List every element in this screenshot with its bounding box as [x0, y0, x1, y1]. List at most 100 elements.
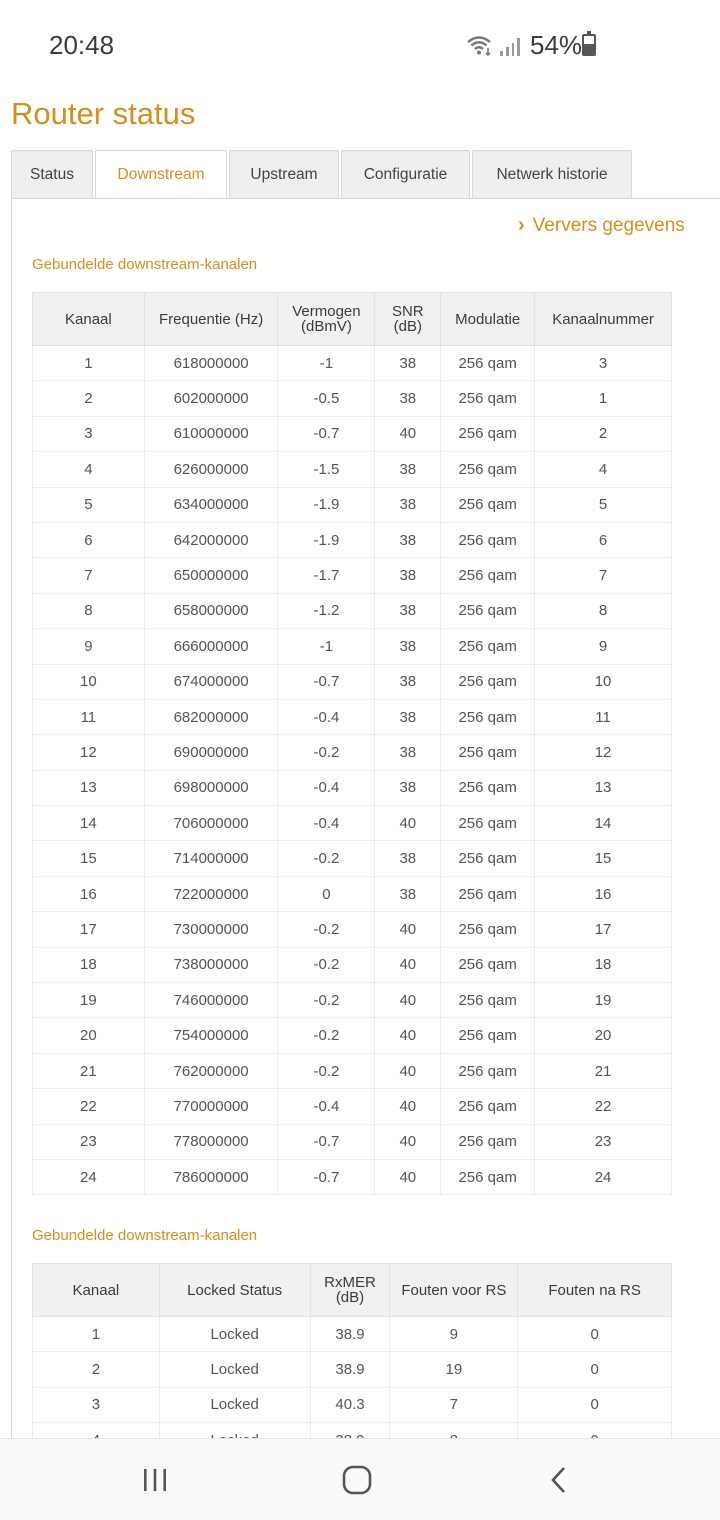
col-header: Kanaalnummer — [534, 292, 672, 346]
refresh-label: Ververs gegevens — [532, 214, 685, 236]
table-cell: 762000000 — [143, 1052, 279, 1090]
table-cell: 730000000 — [143, 911, 279, 948]
table-row: 5 634000000 -1.9 38 256 qam 5 — [32, 486, 672, 523]
table-cell: 0 — [517, 1386, 672, 1424]
back-button[interactable] — [499, 1439, 619, 1520]
table-cell: -0.4 — [277, 698, 376, 736]
table-row: 19 746000000 -0.2 40 256 qam 19 — [32, 982, 672, 1019]
table-cell: 38 — [374, 875, 442, 913]
section-title-locked: Gebundelde downstream-kanalen — [32, 1227, 258, 1244]
table-cell: 2 — [32, 380, 145, 417]
table-cell: 38 — [374, 663, 442, 700]
table-cell: 40 — [374, 982, 442, 1019]
table-cell: 256 qam — [440, 451, 536, 488]
table-row: 16 722000000 0 38 256 qam 16 — [32, 875, 672, 913]
table-cell: 38 — [374, 840, 442, 877]
table-cell: 12 — [534, 734, 672, 771]
table-cell: 40.3 — [309, 1386, 391, 1424]
status-time: 20:48 — [49, 30, 115, 60]
col-header: Frequentie (Hz) — [143, 292, 279, 346]
table-cell: -0.4 — [277, 805, 376, 842]
table-cell: Locked — [158, 1315, 311, 1353]
table-cell: Locked — [158, 1351, 311, 1388]
tab-downstream[interactable]: Downstream — [95, 150, 227, 199]
table-cell: 14 — [32, 805, 145, 842]
table-cell: 13 — [32, 769, 145, 807]
back-icon — [551, 1467, 565, 1493]
table-cell: 674000000 — [143, 663, 279, 700]
table-cell: 21 — [32, 1052, 145, 1090]
table-header-row: Kanaal Frequentie (Hz) Vermogen (dBmV) SN… — [32, 292, 672, 346]
table-cell: 1 — [32, 1315, 160, 1353]
table-cell: 24 — [534, 1158, 672, 1196]
table-cell: 770000000 — [143, 1088, 279, 1125]
table-cell: 40 — [374, 415, 442, 453]
table-cell: 23 — [534, 1123, 672, 1160]
table-row: 6 642000000 -1.9 38 256 qam 6 — [32, 521, 672, 559]
table-cell: -0.4 — [277, 769, 376, 807]
section-title-downstream: Gebundelde downstream-kanalen — [32, 256, 258, 273]
table-cell: 8 — [32, 592, 145, 630]
table-cell: 714000000 — [143, 840, 279, 877]
table-cell: 38 — [374, 557, 442, 594]
table-cell: 40 — [374, 1052, 442, 1090]
table-cell: 256 qam — [440, 946, 536, 984]
table-cell: 24 — [32, 1158, 145, 1196]
table-cell: 690000000 — [143, 734, 279, 771]
table-cell: 13 — [534, 769, 672, 807]
table-cell: 16 — [534, 875, 672, 913]
table-cell: -0.2 — [277, 946, 376, 984]
table-cell: 12 — [32, 734, 145, 771]
table-cell: 40 — [374, 911, 442, 948]
table-cell: 658000000 — [143, 592, 279, 630]
table-cell: 778000000 — [143, 1123, 279, 1160]
table-row: 18 738000000 -0.2 40 256 qam 18 — [32, 946, 672, 984]
table-cell: 38 — [374, 451, 442, 488]
tab-configuratie[interactable]: Configuratie — [341, 150, 470, 199]
table-cell: 38.9 — [309, 1351, 391, 1388]
page-title: Router status — [11, 96, 196, 131]
table-cell: 40 — [374, 1088, 442, 1125]
tab-status[interactable]: Status — [11, 150, 93, 199]
table-row: 14 706000000 -0.4 40 256 qam 14 — [32, 805, 672, 842]
table-cell: -1.7 — [277, 557, 376, 594]
table-cell: 38 — [374, 380, 442, 417]
table-cell: -1.9 — [277, 486, 376, 523]
table-row: 15 714000000 -0.2 38 256 qam 15 — [32, 840, 672, 877]
table-cell: 38 — [374, 592, 442, 630]
table-cell: 38 — [374, 734, 442, 771]
table-row: 3 Locked 40.3 7 0 — [32, 1386, 672, 1424]
table-cell: 4 — [32, 451, 145, 488]
table-row: 13 698000000 -0.4 38 256 qam 13 — [32, 769, 672, 807]
table-cell: 256 qam — [440, 875, 536, 913]
table-cell: 6 — [32, 521, 145, 559]
tab-upstream[interactable]: Upstream — [229, 150, 339, 199]
table-cell: 610000000 — [143, 415, 279, 453]
tab-netwerk-historie[interactable]: Netwerk historie — [472, 150, 632, 199]
table-cell: -0.7 — [277, 415, 376, 453]
table-row: 7 650000000 -1.7 38 256 qam 7 — [32, 557, 672, 594]
table-cell: 618000000 — [143, 344, 279, 382]
table-cell: 626000000 — [143, 451, 279, 488]
table-cell: 256 qam — [440, 769, 536, 807]
table-cell: 256 qam — [440, 486, 536, 523]
table-cell: 256 qam — [440, 1088, 536, 1125]
table-cell: 9 — [534, 628, 672, 665]
table-row: 17 730000000 -0.2 40 256 qam 17 — [32, 911, 672, 948]
table-cell: 256 qam — [440, 415, 536, 453]
table-cell: 38 — [374, 698, 442, 736]
table-cell: 19 — [534, 982, 672, 1019]
col-header: Locked Status — [158, 1263, 311, 1317]
table-cell: 256 qam — [440, 982, 536, 1019]
table-cell: 19 — [32, 982, 145, 1019]
recent-apps-button[interactable] — [95, 1439, 215, 1520]
table-cell: 7 — [32, 557, 145, 594]
table-cell: 22 — [534, 1088, 672, 1125]
table-cell: 706000000 — [143, 805, 279, 842]
table-cell: 19 — [389, 1351, 519, 1388]
home-button[interactable] — [297, 1439, 417, 1520]
table-cell: 0 — [517, 1315, 672, 1353]
table-cell: -1 — [277, 628, 376, 665]
refresh-link[interactable]: › Ververs gegevens — [518, 214, 685, 237]
table-row: 24 786000000 -0.7 40 256 qam 24 — [32, 1158, 672, 1196]
